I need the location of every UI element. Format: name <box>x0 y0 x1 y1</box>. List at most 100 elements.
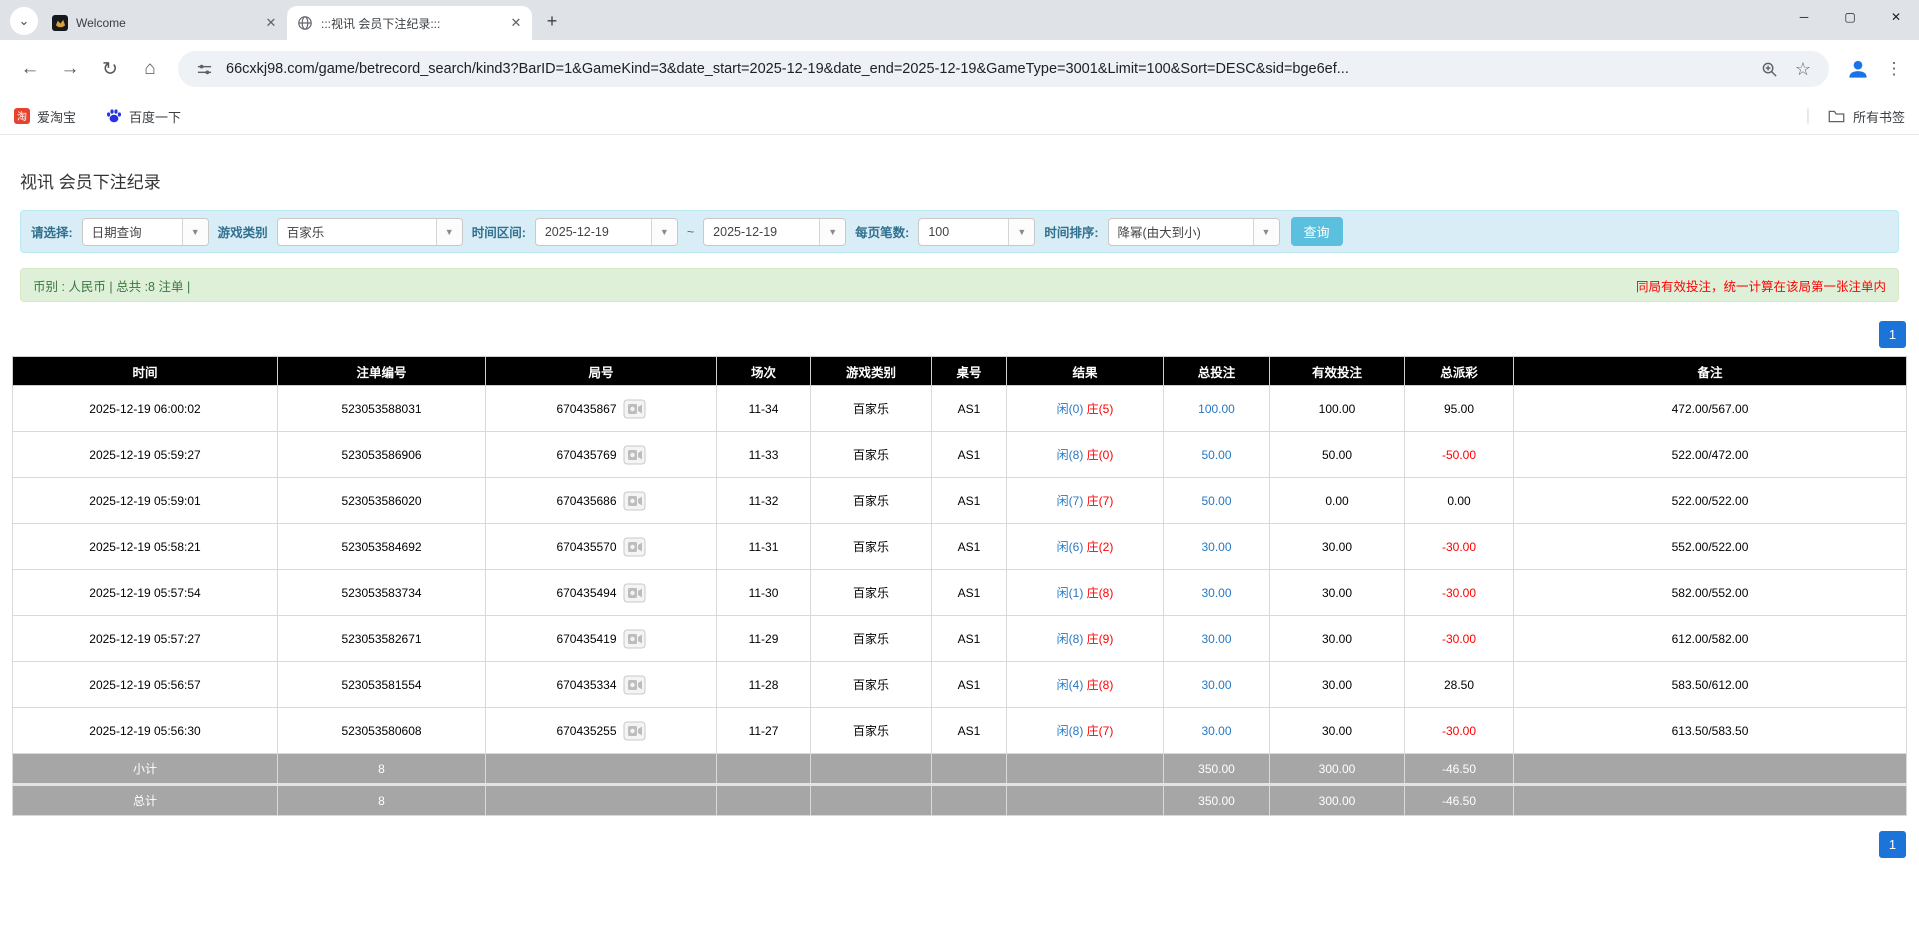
cell-note: 522.00/522.00 <box>1514 478 1907 524</box>
home-icon[interactable]: ⌂ <box>132 51 168 87</box>
address-bar[interactable]: 66cxkj98.com/game/betrecord_search/kind3… <box>178 51 1829 87</box>
cell-total-bet[interactable]: 100.00 <box>1164 386 1270 432</box>
header-time: 时间 <box>13 357 278 386</box>
forward-icon[interactable]: → <box>52 51 88 87</box>
cell-valid-bet: 30.00 <box>1270 708 1405 754</box>
cell-valid-bet: 50.00 <box>1270 432 1405 478</box>
round-number: 670435334 <box>556 678 616 692</box>
tab-close-icon[interactable]: ✕ <box>508 15 524 31</box>
cell-table-no: AS1 <box>932 386 1007 432</box>
cell-bet-id: 523053581554 <box>278 662 486 708</box>
date-end-select[interactable]: 2025-12-19 ▼ <box>703 218 846 246</box>
cell-result: 闲(4) 庄(8) <box>1007 662 1164 708</box>
profile-avatar-icon[interactable] <box>1841 52 1875 86</box>
date-range-label: 时间区间: <box>472 222 526 241</box>
video-replay-icon[interactable] <box>623 721 646 741</box>
cell-total-bet[interactable]: 30.00 <box>1164 662 1270 708</box>
video-replay-icon[interactable] <box>623 537 646 557</box>
video-replay-icon[interactable] <box>623 491 646 511</box>
video-replay-icon[interactable] <box>623 445 646 465</box>
tab-bet-record[interactable]: :::视讯 会员下注纪录::: ✕ <box>287 6 532 40</box>
query-type-value: 日期查询 <box>83 219 182 245</box>
total-total-bet: 350.00 <box>1164 785 1270 816</box>
result-banker: 庄(0) <box>1087 448 1114 462</box>
page-button-1[interactable]: 1 <box>1879 831 1906 858</box>
header-result: 结果 <box>1007 357 1164 386</box>
cell-round: 670435334 <box>486 662 717 708</box>
tab-welcome[interactable]: Welcome ✕ <box>42 6 287 40</box>
cell-note: 522.00/472.00 <box>1514 432 1907 478</box>
cell-total-bet[interactable]: 30.00 <box>1164 616 1270 662</box>
result-banker: 庄(5) <box>1087 402 1114 416</box>
video-replay-icon[interactable] <box>623 629 646 649</box>
page-button-1[interactable]: 1 <box>1879 321 1906 348</box>
video-replay-icon[interactable] <box>623 583 646 603</box>
chevron-down-icon: ▼ <box>1253 219 1279 245</box>
zoom-icon[interactable] <box>1757 57 1781 81</box>
bookmark-taobao[interactable]: 淘 爱淘宝 <box>14 107 76 126</box>
cell-round: 670435769 <box>486 432 717 478</box>
video-replay-icon[interactable] <box>623 675 646 695</box>
cell-round: 670435570 <box>486 524 717 570</box>
cell-total-bet[interactable]: 30.00 <box>1164 708 1270 754</box>
cell-session: 11-31 <box>717 524 811 570</box>
result-player: 闲(0) <box>1057 402 1084 416</box>
query-type-select[interactable]: 日期查询 ▼ <box>82 218 209 246</box>
cell-payout: 0.00 <box>1405 478 1514 524</box>
cell-payout: 28.50 <box>1405 662 1514 708</box>
chevron-down-icon: ▼ <box>651 219 677 245</box>
total-row: 总计 8 350.00 300.00 -46.50 <box>13 785 1907 816</box>
sort-value: 降幂(由大到小) <box>1109 219 1253 245</box>
bookmark-star-icon[interactable]: ☆ <box>1791 57 1815 81</box>
page-content: 视讯 会员下注纪录 请选择: 日期查询 ▼ 游戏类别 百家乐 ▼ 时间区间: 2… <box>0 168 1919 858</box>
cell-table-no: AS1 <box>932 524 1007 570</box>
cell-table-no: AS1 <box>932 616 1007 662</box>
maximize-button[interactable]: ▢ <box>1827 0 1873 34</box>
per-page-select[interactable]: 100 ▼ <box>918 218 1035 246</box>
search-button[interactable]: 查询 <box>1291 217 1343 246</box>
tab-close-icon[interactable]: ✕ <box>263 15 279 31</box>
bet-records-table: 时间 注单编号 局号 场次 游戏类别 桌号 结果 总投注 有效投注 总派彩 备注… <box>12 356 1907 816</box>
round-number: 670435867 <box>556 402 616 416</box>
bookmarks-bar: 淘 爱淘宝 百度一下 | 所有书签 <box>0 98 1919 135</box>
cell-time: 2025-12-19 05:56:30 <box>13 708 278 754</box>
cell-total-bet[interactable]: 50.00 <box>1164 478 1270 524</box>
new-tab-button[interactable]: + <box>538 7 566 35</box>
table-body: 2025-12-19 06:00:02 523053588031 6704358… <box>13 386 1907 754</box>
all-bookmarks-button[interactable]: 所有书签 <box>1853 107 1905 126</box>
cell-valid-bet: 30.00 <box>1270 616 1405 662</box>
menu-kebab-icon[interactable]: ⋮ <box>1879 52 1909 86</box>
cell-payout: -30.00 <box>1405 708 1514 754</box>
minimize-button[interactable]: ─ <box>1781 0 1827 34</box>
date-end-value: 2025-12-19 <box>704 219 819 245</box>
date-start-value: 2025-12-19 <box>536 219 651 245</box>
cell-game-type: 百家乐 <box>811 432 932 478</box>
cell-total-bet[interactable]: 30.00 <box>1164 524 1270 570</box>
tab-search-button[interactable]: ⌄ <box>10 7 38 35</box>
cell-time: 2025-12-19 05:59:27 <box>13 432 278 478</box>
cell-bet-id: 523053582671 <box>278 616 486 662</box>
baidu-paw-icon <box>106 108 122 124</box>
folder-icon <box>1828 109 1845 124</box>
result-player: 闲(8) <box>1057 448 1084 462</box>
sort-select[interactable]: 降幂(由大到小) ▼ <box>1108 218 1280 246</box>
cell-game-type: 百家乐 <box>811 478 932 524</box>
close-button[interactable]: ✕ <box>1873 0 1919 34</box>
back-icon[interactable]: ← <box>12 51 48 87</box>
cell-total-bet[interactable]: 30.00 <box>1164 570 1270 616</box>
bookmark-baidu[interactable]: 百度一下 <box>106 107 181 126</box>
cell-bet-id: 523053586906 <box>278 432 486 478</box>
cell-total-bet[interactable]: 50.00 <box>1164 432 1270 478</box>
cell-bet-id: 523053584692 <box>278 524 486 570</box>
header-valid-bet: 有效投注 <box>1270 357 1405 386</box>
header-payout: 总派彩 <box>1405 357 1514 386</box>
game-type-select[interactable]: 百家乐 ▼ <box>277 218 463 246</box>
cell-session: 11-28 <box>717 662 811 708</box>
video-replay-icon[interactable] <box>623 399 646 419</box>
site-settings-icon[interactable] <box>192 57 216 81</box>
date-start-select[interactable]: 2025-12-19 ▼ <box>535 218 678 246</box>
url-text[interactable]: 66cxkj98.com/game/betrecord_search/kind3… <box>226 61 1747 77</box>
result-player: 闲(8) <box>1057 724 1084 738</box>
header-round: 局号 <box>486 357 717 386</box>
refresh-icon[interactable]: ↻ <box>92 51 128 87</box>
